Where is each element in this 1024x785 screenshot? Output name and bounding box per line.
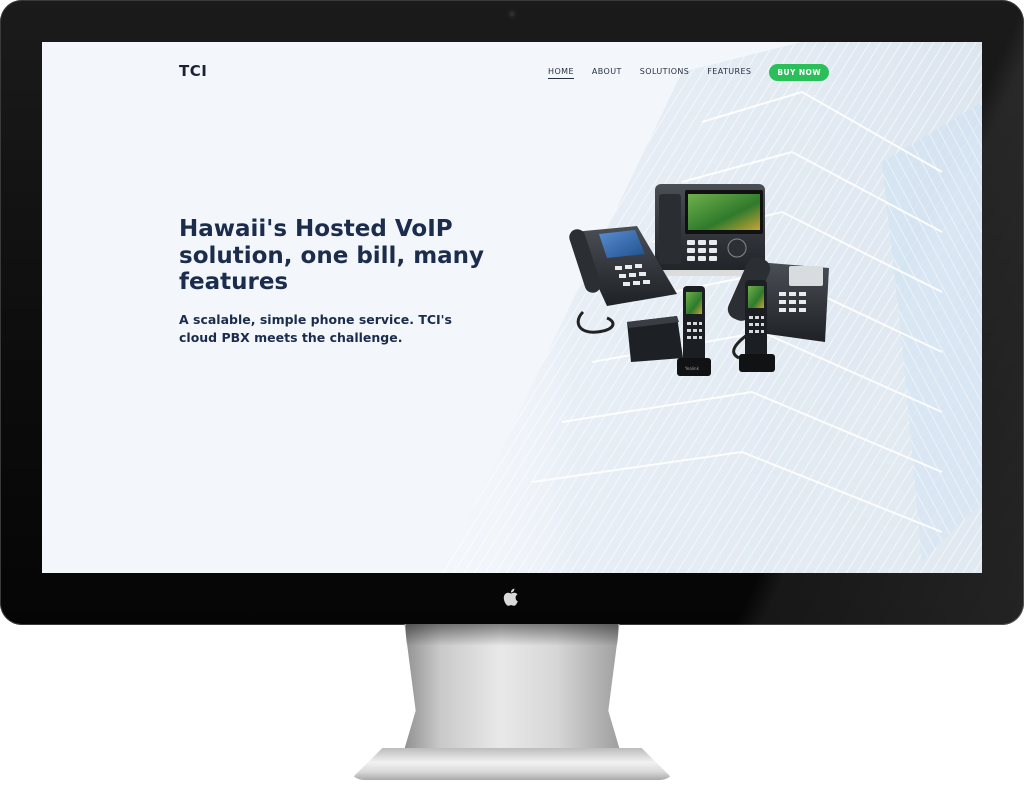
buy-now-button[interactable]: BUY NOW	[769, 64, 829, 81]
hero-subtitle: A scalable, simple phone service. TCI's …	[179, 312, 452, 345]
monitor-stand-shadow	[406, 624, 618, 646]
monitor-mockup: TCI HOME ABOUT SOLUTIONS FEATURES BUY NO…	[0, 0, 1024, 785]
nav-home-link[interactable]: HOME	[548, 67, 574, 79]
website-screen: TCI HOME ABOUT SOLUTIONS FEATURES BUY NO…	[42, 42, 982, 573]
cordless-handset-1	[677, 286, 711, 376]
nav-about-link[interactable]: ABOUT	[592, 67, 622, 78]
voip-phones-image: Yealink	[569, 184, 829, 376]
main-nav: HOME ABOUT SOLUTIONS FEATURES BUY NOW	[548, 64, 829, 81]
camera-icon	[508, 10, 516, 18]
apple-logo-icon	[503, 588, 518, 606]
dect-base-station	[627, 316, 683, 362]
nav-features-link[interactable]: FEATURES	[707, 67, 751, 78]
phone-brand-label: Yealink	[684, 366, 700, 371]
hero-title: Hawaii's Hosted VoIP solution, one bill,…	[179, 216, 485, 295]
building-background-image	[442, 42, 982, 573]
site-logo-text[interactable]: TCI	[179, 62, 207, 80]
monitor-stand-base	[350, 748, 674, 780]
nav-solutions-link[interactable]: SOLUTIONS	[640, 67, 690, 78]
monitor-bezel: TCI HOME ABOUT SOLUTIONS FEATURES BUY NO…	[0, 0, 1024, 625]
